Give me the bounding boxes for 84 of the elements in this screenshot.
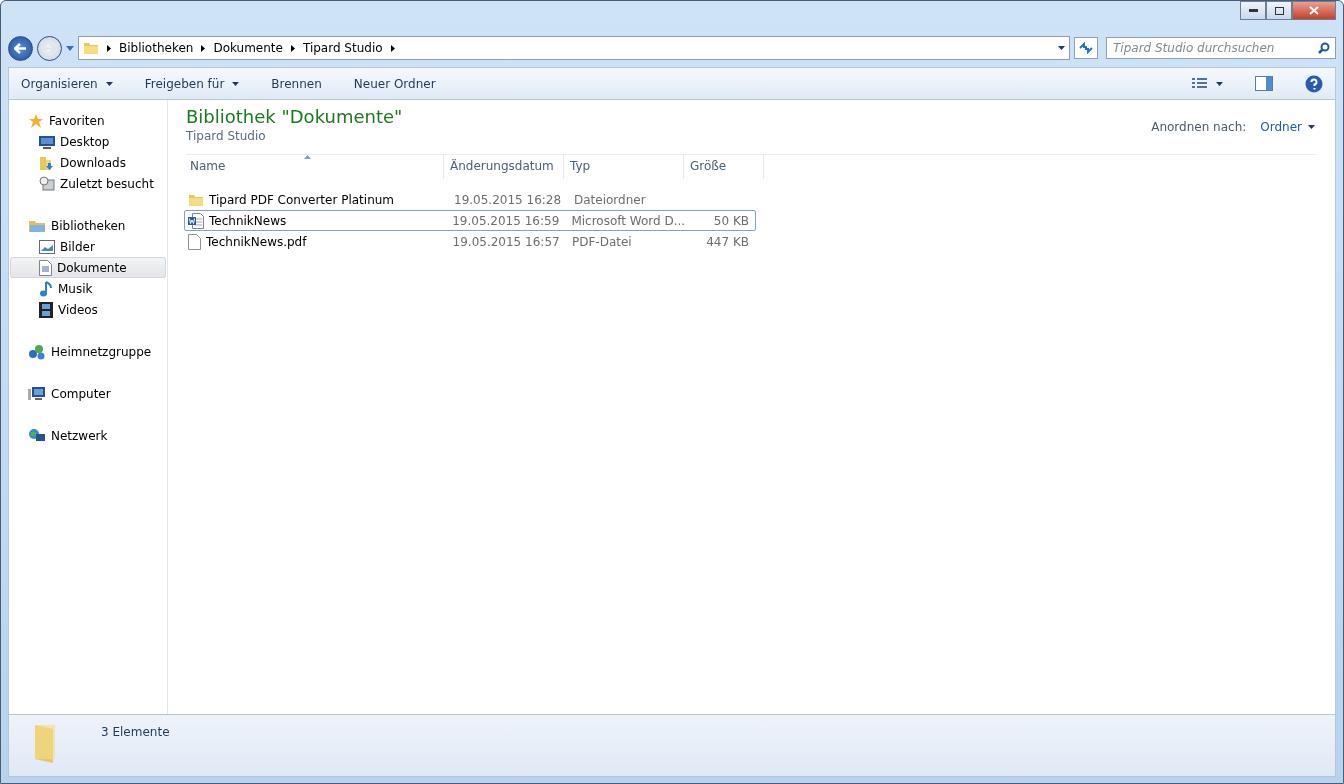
monitor-icon: [39, 134, 55, 149]
size-cell-text: 447 KB: [705, 234, 750, 249]
folder-icon: [83, 40, 99, 56]
search-field[interactable]: Tipard Studio durchsuchen: [1106, 37, 1336, 59]
file-row[interactable]: TechnikNews 19.05.2015 16:59 Microsoft Word D... 50 KB: [184, 210, 756, 231]
chevron-right-icon: [390, 44, 395, 52]
item-count: 3 Elemente: [101, 725, 170, 739]
forward-arrow-icon: [43, 42, 56, 54]
column-header[interactable]: Größe: [684, 155, 764, 179]
file-row[interactable]: TechnikNews.pdf 19.05.2015 16:57 PDF-Datei 447 KB: [184, 231, 756, 252]
breadcrumb-item[interactable]: Bibliotheken: [119, 41, 206, 55]
recent-places-icon: [39, 175, 55, 192]
chevron-right-icon: [290, 44, 295, 52]
film-icon: [39, 301, 53, 318]
toolbar-button[interactable]: Brennen: [269, 73, 324, 94]
preview-pane-button[interactable]: [1253, 73, 1275, 94]
network-icon: [28, 427, 46, 444]
minimize-icon: [1248, 9, 1258, 12]
size-cell-text: 50 KB: [712, 213, 750, 228]
minimize-button[interactable]: [1240, 1, 1266, 20]
file-name: TechnikNews.pdf: [206, 234, 308, 249]
computer-icon: [28, 385, 46, 402]
chevron-right-icon: [107, 44, 111, 52]
caret-icon[interactable]: [66, 45, 74, 51]
column-header[interactable]: Typ: [564, 155, 684, 179]
maximize-button[interactable]: [1266, 1, 1292, 20]
sidebar-item[interactable]: Zuletzt besucht: [10, 173, 166, 194]
list-view-icon: [1192, 77, 1208, 90]
toolbar-button[interactable]: Neuer Ordner: [351, 73, 438, 94]
sidebar-item[interactable]: Netzwerk: [10, 425, 166, 446]
sidebar-item[interactable]: Videos: [10, 299, 166, 320]
sidebar-item[interactable]: Downloads: [10, 152, 166, 173]
refresh-icon: [1079, 42, 1093, 54]
file-name: Tipard PDF Converter Platinum: [209, 192, 396, 207]
sort-arrow-icon: [304, 155, 311, 159]
arrange-label: Anordnen nach:: [1151, 120, 1247, 134]
date-cell-text: 19.05.2015 16:28: [453, 192, 563, 207]
picture-icon: [39, 239, 55, 254]
sidebar-item[interactable]: Desktop: [10, 131, 166, 152]
refresh-button[interactable]: [1074, 37, 1098, 59]
address-bar[interactable]: Bibliotheken Dokumente Tipard Studio: [78, 36, 1070, 60]
chevron-right-icon: [201, 44, 206, 52]
date-cell-text: 19.05.2015 16:57: [451, 234, 561, 249]
word-document-icon: [188, 212, 204, 229]
star-icon: [28, 112, 44, 129]
library-title: Bibliothek "Dokumente": [186, 106, 403, 127]
sidebar-item[interactable]: Bibliotheken: [10, 215, 166, 236]
arrange-dropdown[interactable]: Ordner: [1260, 120, 1315, 134]
search-icon: [1318, 42, 1330, 54]
download-folder-icon: [39, 154, 55, 171]
sidebar-item[interactable]: Dokumente: [10, 257, 166, 278]
caret-icon: [1058, 46, 1065, 50]
sidebar-item[interactable]: Heimnetzgruppe: [10, 341, 166, 362]
music-note-icon: [39, 280, 53, 297]
help-icon: [1305, 74, 1323, 93]
column-header[interactable]: Änderungsdatum: [444, 155, 564, 179]
sidebar-item[interactable]: Musik: [10, 278, 166, 299]
date-cell-text: 19.05.2015 16:59: [451, 213, 561, 228]
toolbar-button[interactable]: Organisieren: [19, 73, 115, 94]
sidebar-item[interactable]: Favoriten: [10, 110, 166, 131]
homegroup-icon: [28, 343, 46, 360]
back-button[interactable]: [8, 35, 33, 61]
close-icon: [1309, 6, 1319, 15]
caret-icon: [1216, 81, 1223, 86]
toolbar-button[interactable]: Freigeben für: [142, 73, 242, 94]
file-icon: [188, 233, 201, 250]
breadcrumb-item[interactable]: Dokumente: [213, 41, 295, 55]
forward-button[interactable]: [37, 35, 62, 61]
column-header[interactable]: Name: [184, 155, 444, 179]
file-name: TechnikNews: [209, 213, 288, 228]
back-arrow-icon: [14, 42, 27, 54]
type-cell-text: Dateiordner: [573, 192, 647, 207]
type-cell-text: Microsoft Word D...: [570, 213, 686, 228]
library-subtitle: Tipard Studio: [186, 129, 267, 143]
document-icon: [39, 259, 52, 276]
sidebar-item[interactable]: Computer: [10, 383, 166, 404]
close-button[interactable]: [1292, 1, 1336, 20]
maximize-icon: [1274, 6, 1284, 15]
type-cell-text: PDF-Datei: [570, 234, 633, 249]
sidebar-item[interactable]: Bilder: [10, 236, 166, 257]
file-row[interactable]: Tipard PDF Converter Platinum 19.05.2015 16:28 Dateiordner: [184, 189, 756, 210]
breadcrumb-item[interactable]: Tipard Studio: [302, 41, 395, 55]
caret-icon: [1308, 125, 1315, 129]
preview-pane-icon: [1255, 76, 1273, 91]
